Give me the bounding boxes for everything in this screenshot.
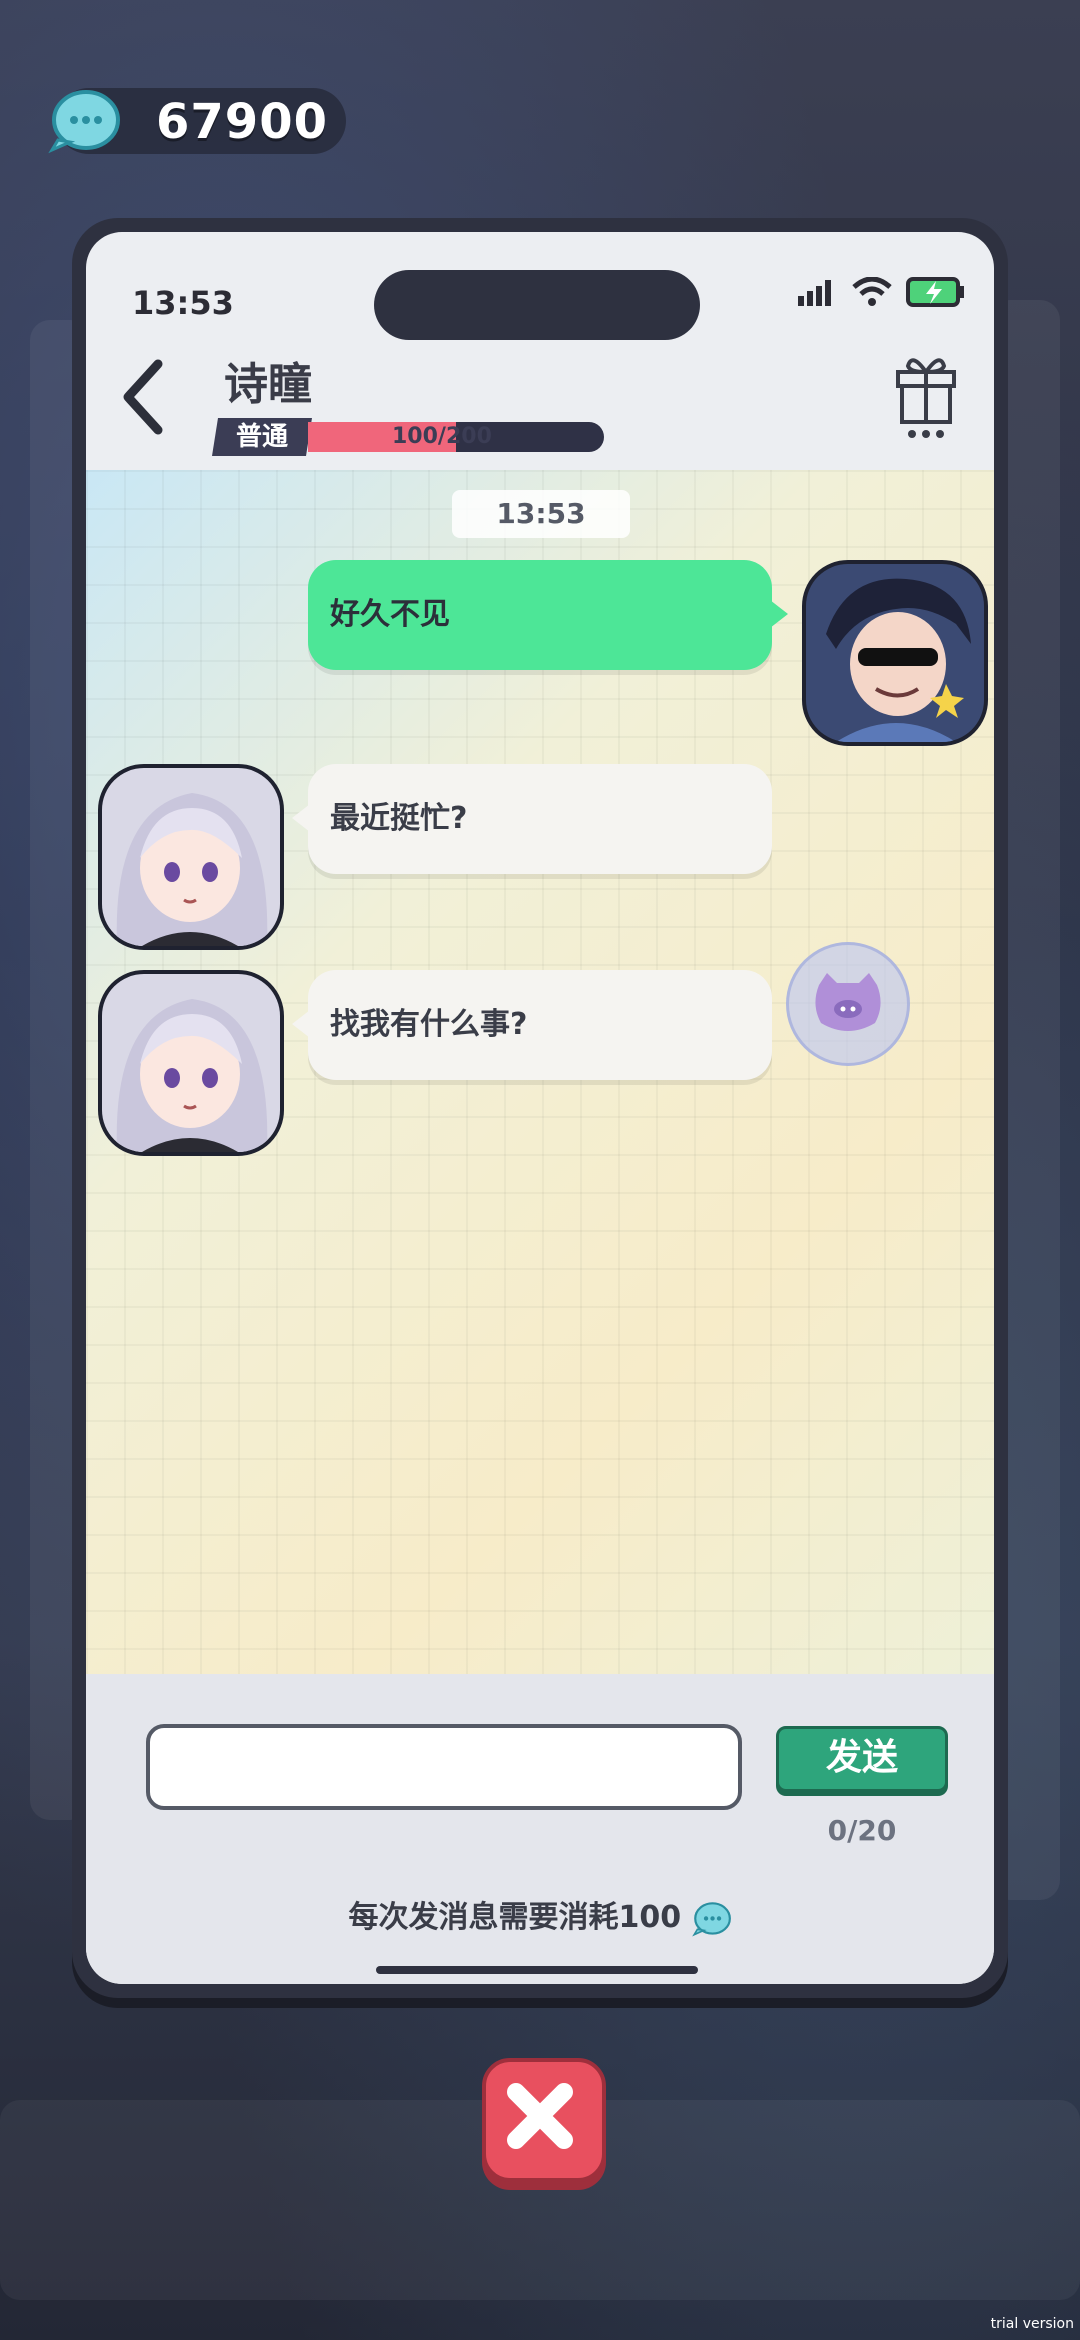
chat-bubble-coin-icon: [48, 90, 120, 154]
cost-note: 每次发消息需要消耗100: [86, 1892, 994, 1939]
wifi-icon: [852, 277, 892, 306]
back-arrow-icon[interactable]: [108, 352, 178, 442]
close-button[interactable]: [482, 2058, 606, 2182]
player-portrait-icon: [806, 564, 984, 742]
player-avatar[interactable]: [802, 560, 988, 746]
message-input[interactable]: [146, 1724, 742, 1810]
chat-bubble-coin-icon: [691, 1901, 731, 1936]
message-bubble-incoming: 最近挺忙?: [292, 764, 772, 874]
contact-avatar[interactable]: [98, 764, 284, 950]
cost-note-text: 每次发消息需要消耗100: [348, 1900, 682, 1935]
rank-badge: 普通: [212, 418, 312, 456]
char-count: 0/20: [827, 1814, 897, 1847]
phone-screen: 13:53 诗瞳 普通 100/200 13:53 好久不见 最近挺忙? 找我有…: [86, 232, 994, 1984]
signal-icon: [798, 280, 831, 306]
input-footer: 发送 0/20 每次发消息需要消耗100: [86, 1674, 994, 1984]
close-icon: [507, 2083, 573, 2149]
status-bar: 13:53: [86, 232, 994, 340]
pig-face-icon: [815, 973, 881, 1031]
phone-frame: 13:53 诗瞳 普通 100/200 13:53 好久不见 最近挺忙? 找我有…: [72, 218, 1008, 1998]
contact-portrait-icon: [102, 768, 280, 946]
affinity-bar: 100/200: [308, 422, 604, 452]
send-button[interactable]: 发送: [776, 1726, 948, 1792]
pig-assist-button[interactable]: [786, 942, 910, 1066]
currency-amount: 67900: [156, 94, 328, 150]
chat-timestamp: 13:53: [452, 490, 630, 538]
affinity-text: 100/200: [392, 424, 492, 449]
battery-charging-icon: [906, 277, 964, 307]
status-icons: [798, 276, 966, 308]
status-time: 13:53: [132, 284, 234, 322]
chat-header: 诗瞳 普通 100/200: [86, 322, 994, 470]
gift-icon[interactable]: [890, 342, 962, 442]
contact-avatar[interactable]: [98, 970, 284, 1156]
home-indicator: [376, 1966, 698, 1974]
contact-portrait-icon: [102, 974, 280, 1152]
watermark: trial version: [990, 2316, 1074, 2332]
message-bubble-outgoing: 好久不见: [308, 560, 788, 670]
chat-area[interactable]: 13:53 好久不见 最近挺忙? 找我有什么事?: [86, 470, 994, 1674]
contact-name: 诗瞳: [224, 359, 312, 410]
currency-display: 67900: [48, 88, 346, 154]
message-bubble-incoming: 找我有什么事?: [292, 970, 772, 1080]
